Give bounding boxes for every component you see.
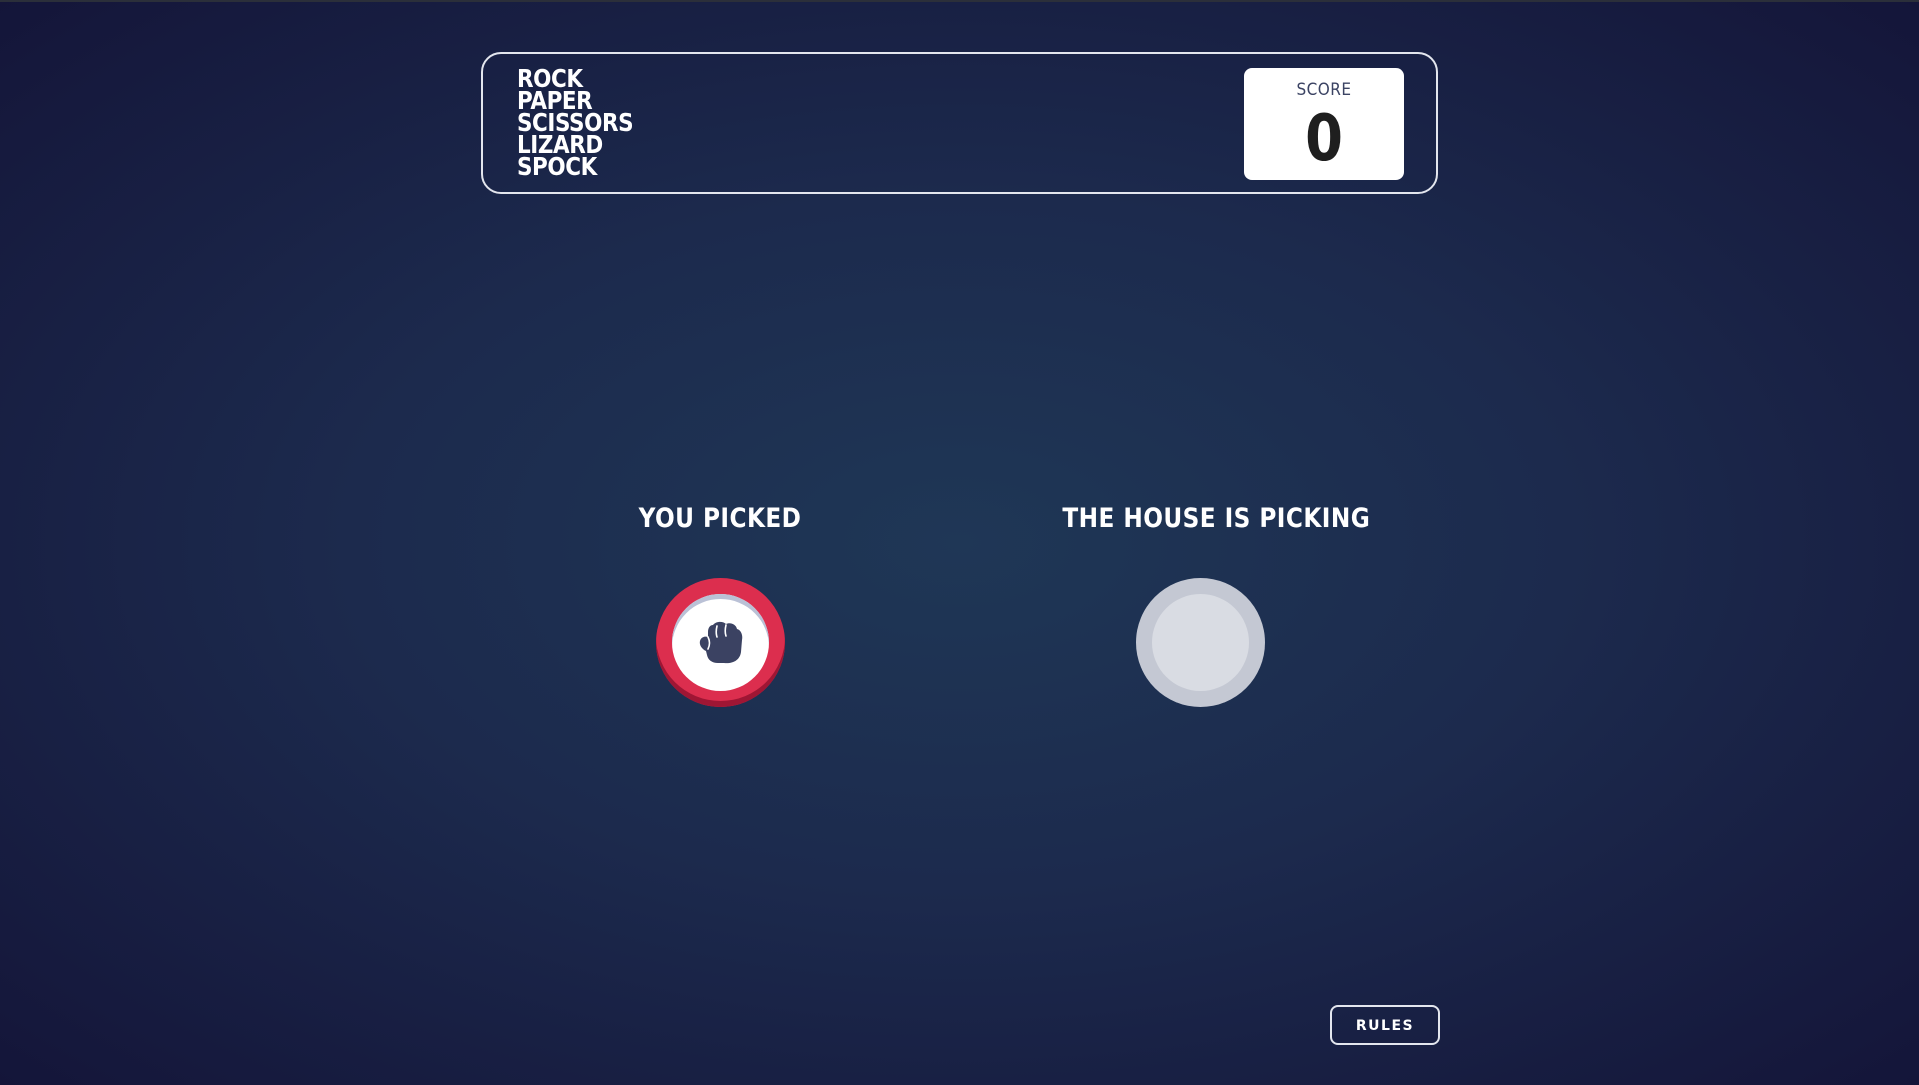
- player-pick-rock-token: [656, 578, 785, 707]
- score-value: 0: [1305, 102, 1343, 176]
- game-title: ROCK PAPER SCISSORS LIZARD SPOCK: [517, 66, 634, 181]
- top-edge: [0, 0, 1919, 2]
- title-line-spock: SPOCK: [517, 152, 597, 181]
- score-label: SCORE: [1296, 80, 1352, 100]
- placeholder-face: [1152, 594, 1249, 691]
- rock-icon: [699, 621, 743, 664]
- house-picking-label: THE HOUSE IS PICKING: [1062, 503, 1371, 534]
- game-header: ROCK PAPER SCISSORS LIZARD SPOCK SCORE 0: [481, 52, 1438, 194]
- rules-button[interactable]: RULES: [1330, 1005, 1440, 1045]
- you-picked-label: YOU PICKED: [638, 503, 802, 534]
- token-face: [672, 594, 769, 691]
- house-pick-placeholder: [1136, 578, 1265, 707]
- score-box: SCORE 0: [1244, 68, 1404, 180]
